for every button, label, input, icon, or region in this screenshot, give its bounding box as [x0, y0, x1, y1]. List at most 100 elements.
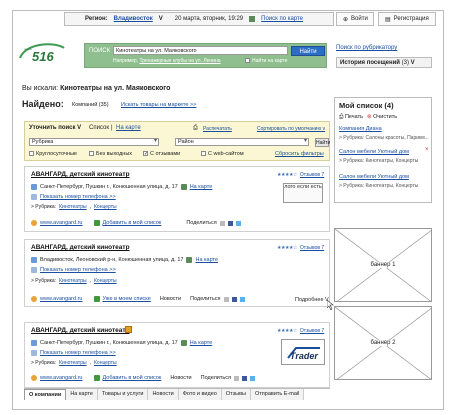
view-list[interactable]: Список — [89, 125, 109, 131]
tab-map[interactable]: На карте — [66, 389, 98, 400]
search-button[interactable]: Найти — [291, 46, 325, 56]
ad-banner[interactable]: баннер 1 — [334, 228, 432, 302]
rubric-link[interactable]: Кинотеатры — [59, 360, 87, 366]
twitter-icon[interactable] — [239, 296, 245, 302]
rubric-row: > Рубрика: Кинотеатры, Концерты — [31, 278, 117, 284]
history-label: История посещений — [340, 60, 400, 66]
share-icon[interactable] — [219, 220, 225, 226]
map-search-link[interactable]: Поиск по карте — [261, 16, 303, 22]
sort-dropdown[interactable]: Сортировать по умолчанию v — [257, 126, 325, 132]
company-title[interactable]: АВАНГАРД, детский кинотеатр — [31, 244, 130, 251]
filter-reviews-checkbox[interactable] — [143, 151, 148, 157]
example-link[interactable]: Тренажерные клубы на ул. Ленина — [139, 58, 220, 64]
tab-about[interactable]: О компании — [24, 389, 67, 400]
remove-icon[interactable]: × — [425, 147, 429, 153]
news-link[interactable]: Новости — [170, 375, 191, 381]
news-link[interactable]: Новости — [160, 296, 181, 302]
filter-website-checkbox[interactable] — [201, 151, 206, 157]
tab-reviews[interactable]: Отзывы — [221, 389, 251, 400]
register-button[interactable]: ▤ Регистрация — [378, 12, 436, 26]
rubric-link[interactable]: Кинотеатры — [59, 278, 87, 284]
query-line: Вы искали: Кинотеатры на ул. Маяковского — [22, 85, 170, 92]
rubric-link[interactable]: Концерты — [94, 278, 117, 284]
history-dropdown[interactable]: История посещений (3) V — [336, 57, 432, 68]
filter-website[interactable]: С web-сайтом — [201, 151, 244, 157]
show-phone-link[interactable]: Показать номер телефона >> — [40, 194, 116, 200]
actions-row: www.avangard.ru Уже в моем списке Новост… — [31, 296, 245, 302]
region-select[interactable]: Владивосток — [114, 16, 153, 22]
ad-banner[interactable]: баннер 2 — [334, 306, 432, 380]
date-text: 20 марта, вторник, 19:29 — [174, 16, 244, 22]
my-list-print[interactable]: ⎙ Печать — [339, 114, 363, 121]
facebook-icon[interactable] — [231, 296, 237, 302]
region-arrow[interactable]: V — [159, 16, 163, 22]
twitter-icon[interactable] — [235, 220, 241, 226]
rubric-link[interactable]: Кинотеатры — [59, 204, 87, 210]
rating-stars: ★★★★☆ Отзывов 7 — [277, 172, 324, 178]
login-button[interactable]: ⊕ Войти — [336, 12, 374, 26]
rubricator-link[interactable]: Поиск по рубрикатору — [336, 45, 397, 51]
show-phone-link[interactable]: Показать номер телефона >> — [40, 350, 116, 356]
refine-toggle[interactable]: Уточнить поиск V — [29, 125, 81, 131]
reset-filters-link[interactable]: Сбросить фильтры — [275, 151, 324, 157]
website-link[interactable]: www.avangard.ru — [40, 220, 83, 226]
reviews-link[interactable]: Отзывов 7 — [300, 172, 324, 178]
reviews-link[interactable]: Отзывов 7 — [300, 245, 324, 251]
tab-news[interactable]: Новости — [148, 389, 179, 400]
company-logo: Trader — [281, 339, 325, 365]
filter-24h-checkbox[interactable] — [29, 151, 34, 157]
search-input[interactable]: Кинотеатры на ул. Маяковского — [113, 46, 288, 55]
filter-find-button[interactable]: Найти — [315, 138, 330, 147]
logo-516[interactable]: 516 поиск — [16, 40, 68, 64]
on-map-link[interactable]: На карте — [195, 257, 218, 263]
search-on-map-checkbox[interactable] — [245, 58, 250, 64]
company-title[interactable]: АВАНГАРД, детский кинотеатр — [31, 171, 130, 178]
add-to-list-link[interactable]: Добавить в мой список — [103, 375, 162, 381]
search-on-map[interactable]: Найти на карте — [245, 58, 287, 64]
address-row: Санкт-Петербург, Пушкин г., Конюшенная у… — [31, 184, 212, 190]
my-list-item[interactable]: Компания Диана — [339, 126, 382, 132]
tab-goods[interactable]: Товары и услуги — [97, 389, 149, 400]
market-link[interactable]: Искать товары на маркете >> — [121, 102, 196, 108]
district-select[interactable]: Район — [175, 138, 309, 146]
details-toggle[interactable]: Подробнее V — [295, 297, 329, 303]
filter-noweekends[interactable]: Без выходных — [89, 151, 132, 157]
register-icon: ▤ — [385, 16, 391, 23]
filter-noweekends-checkbox[interactable] — [89, 151, 94, 157]
tab-photo[interactable]: Фото и видео — [178, 389, 222, 400]
actions-row: www.avangard.ru Добавить в мой список Но… — [31, 375, 255, 381]
my-list-item[interactable]: Салон мебели Уютный дом — [339, 174, 409, 180]
share-icon[interactable] — [233, 375, 239, 381]
website-link[interactable]: www.avangard.ru — [40, 296, 83, 302]
address-text: Санкт-Петербург, Пушкин г., Конюшенная у… — [40, 184, 178, 190]
query-text: Кинотеатры на ул. Маяковского — [60, 85, 171, 92]
company-title[interactable]: АВАНГАРД, детский кинотеатр — [31, 327, 130, 334]
print-link[interactable]: Распечатать — [203, 126, 232, 132]
on-map-link[interactable]: На карте — [190, 184, 213, 190]
filter-reviews[interactable]: С отзывами — [143, 151, 180, 157]
share-icon[interactable] — [223, 296, 229, 302]
show-phone-link[interactable]: Показать номер телефона >> — [40, 267, 116, 273]
rubric-link[interactable]: Концерты — [94, 204, 117, 210]
filter-24h[interactable]: Круглосуточные — [29, 151, 77, 157]
facebook-icon[interactable] — [241, 375, 247, 381]
map-icon — [180, 184, 187, 190]
company-card: АВАНГАРД, детский кинотеатр ★★★★☆ Отзывов… — [24, 239, 330, 307]
twitter-icon[interactable] — [249, 375, 255, 381]
tab-email[interactable]: Отправить E-mail — [251, 389, 305, 400]
my-list-clear[interactable]: ⊗ Очистить — [367, 114, 397, 120]
website-icon — [31, 375, 37, 381]
filters-panel: Уточнить поиск V Список | На карте ⎙ Рас… — [24, 121, 330, 161]
rubric-link[interactable]: Концерты — [94, 360, 117, 366]
rating-stars: ★★★★☆ Отзывов 7 — [277, 328, 324, 334]
banner-label: баннер 2 — [335, 340, 431, 346]
facebook-icon[interactable] — [227, 220, 233, 226]
reviews-link[interactable]: Отзывов 7 — [300, 328, 324, 334]
add-to-list-link[interactable]: Добавить в мой список — [103, 220, 162, 226]
rubric-select[interactable]: Рубрика — [29, 138, 159, 146]
my-list-item[interactable]: Салон мебели Уютный дом — [339, 149, 409, 155]
in-list-link[interactable]: Уже в моем списке — [103, 296, 151, 302]
view-map[interactable]: На карте — [116, 125, 141, 131]
on-map-link[interactable]: На карте — [190, 340, 213, 346]
website-link[interactable]: www.avangard.ru — [40, 375, 83, 381]
